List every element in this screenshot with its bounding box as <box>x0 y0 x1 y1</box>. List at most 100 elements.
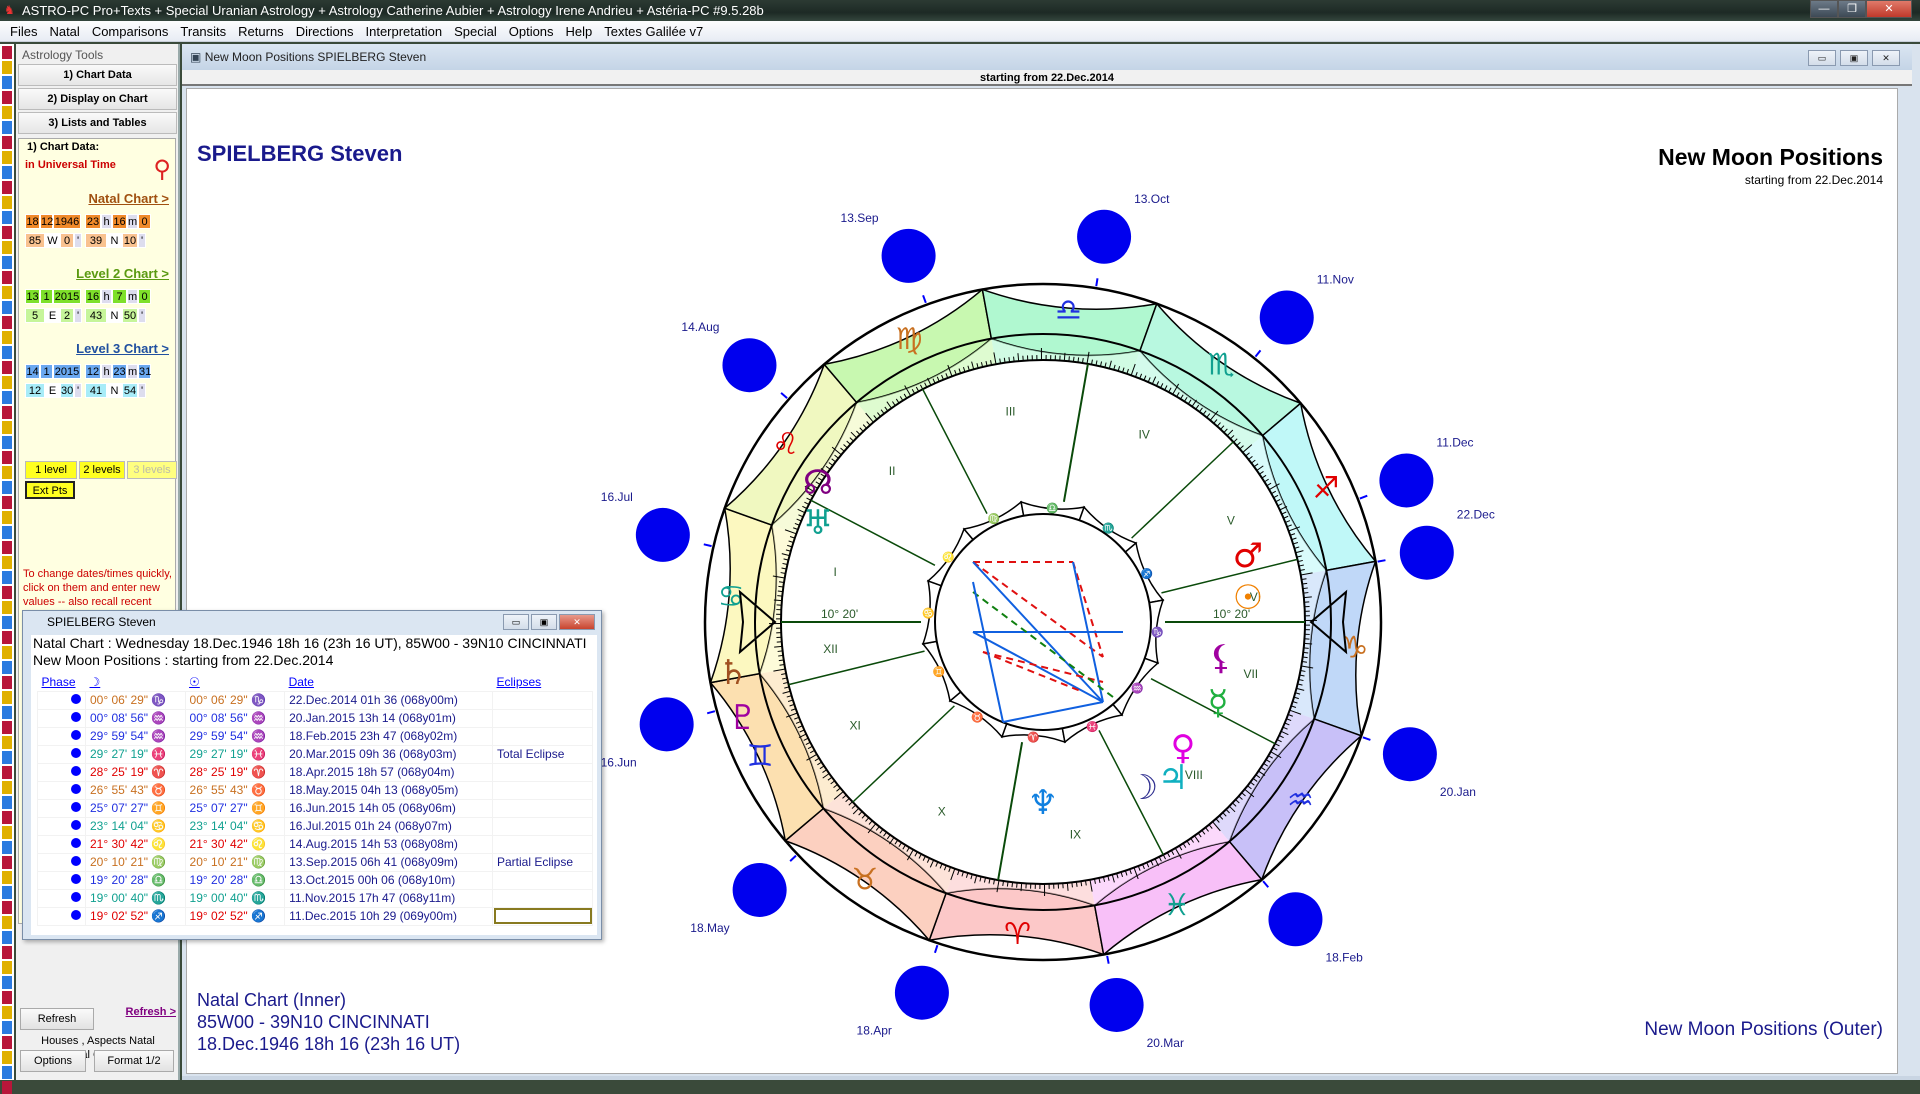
format-button[interactable]: Format 1/2 <box>94 1050 174 1072</box>
menu-options[interactable]: Options <box>503 21 560 41</box>
color-swatch[interactable] <box>2 241 12 254</box>
new-moon-marker-icon[interactable] <box>1268 892 1322 946</box>
level2-second[interactable]: 0 <box>138 289 151 304</box>
color-swatch[interactable] <box>2 1066 12 1079</box>
color-swatch[interactable] <box>2 946 12 959</box>
natal-lon-deg[interactable]: 85 <box>25 233 45 248</box>
color-swatch[interactable] <box>2 211 12 224</box>
table-row[interactable]: 00° 08' 56" ♒ 00° 08' 56" ♒ 20.Jan.2015 … <box>38 709 593 727</box>
table-row[interactable]: 19° 00' 40" ♏ 19° 00' 40" ♏ 11.Nov.2015 … <box>38 889 593 907</box>
color-swatch[interactable] <box>2 106 12 119</box>
natal-year[interactable]: 1946 <box>53 214 81 229</box>
options-button[interactable]: Options <box>20 1050 86 1072</box>
menu-interpretation[interactable]: Interpretation <box>359 21 448 41</box>
natal-day[interactable]: 18 <box>25 214 40 229</box>
hour-unit[interactable]: h <box>101 364 112 379</box>
min-unit[interactable]: ' <box>138 233 146 248</box>
child-restore-button[interactable]: ▣ <box>1840 50 1868 66</box>
color-swatch[interactable] <box>2 286 12 299</box>
color-swatch[interactable] <box>2 406 12 419</box>
color-swatch[interactable] <box>2 361 12 374</box>
color-swatch[interactable] <box>2 301 12 314</box>
level2-lon-deg[interactable]: 5 <box>25 308 45 323</box>
color-swatch[interactable] <box>2 166 12 179</box>
color-swatch[interactable] <box>2 421 12 434</box>
color-swatch[interactable] <box>2 46 12 59</box>
planet-sun-icon[interactable]: ☉ <box>1233 578 1263 618</box>
level3-day[interactable]: 14 <box>25 364 40 379</box>
level2-month[interactable]: 1 <box>40 289 53 304</box>
planet-venus-icon[interactable]: ♀ <box>1171 728 1196 768</box>
planet-mercury-icon[interactable]: ☿ <box>1208 683 1229 723</box>
ext-pts-button[interactable]: Ext Pts <box>25 481 75 499</box>
new-moon-list-window[interactable]: SPIELBERG Steven ▭ ▣ ✕ Natal Chart : Wed… <box>22 610 602 940</box>
level2-day[interactable]: 13 <box>25 289 40 304</box>
level3-second[interactable]: 31 <box>138 364 151 379</box>
color-swatch[interactable] <box>2 826 12 839</box>
minute-unit[interactable]: m <box>127 289 138 304</box>
table-row[interactable]: 20° 10' 21" ♍ 20° 10' 21" ♍ 13.Sep.2015 … <box>38 853 593 871</box>
natal-lon-dir[interactable]: W <box>45 233 60 248</box>
natal-chart-link[interactable]: Natal Chart > <box>88 191 169 206</box>
color-swatch[interactable] <box>2 811 12 824</box>
color-swatch[interactable] <box>2 121 12 134</box>
natal-hour[interactable]: 23 <box>85 214 101 229</box>
level3-lon-dir[interactable]: E <box>45 383 60 398</box>
color-swatch[interactable] <box>2 571 12 584</box>
new-moon-marker-icon[interactable] <box>636 508 690 562</box>
color-swatch[interactable] <box>2 691 12 704</box>
color-swatch[interactable] <box>2 61 12 74</box>
color-swatch[interactable] <box>2 331 12 344</box>
color-swatch[interactable] <box>2 196 12 209</box>
color-swatch[interactable] <box>2 991 12 1004</box>
minute-unit[interactable]: m <box>127 364 138 379</box>
color-swatch[interactable] <box>2 1081 12 1094</box>
planet-uranus-icon[interactable]: ♅ <box>803 503 833 543</box>
refresh-button[interactable]: Refresh <box>20 1008 94 1030</box>
color-swatch[interactable] <box>2 886 12 899</box>
level2-lon-dir[interactable]: E <box>45 308 60 323</box>
menu-special[interactable]: Special <box>448 21 503 41</box>
natal-lat-dir[interactable]: N <box>107 233 122 248</box>
color-swatch[interactable] <box>2 436 12 449</box>
color-swatch[interactable] <box>2 586 12 599</box>
color-swatch[interactable] <box>2 541 12 554</box>
table-row[interactable]: 21° 30' 42" ♌ 21° 30' 42" ♌ 14.Aug.2015 … <box>38 835 593 853</box>
natal-minute[interactable]: 16 <box>112 214 127 229</box>
level3-lon-min[interactable]: 30 <box>60 383 74 398</box>
color-swatch[interactable] <box>2 451 12 464</box>
new-moon-marker-icon[interactable] <box>640 697 694 751</box>
col-sun[interactable]: ☉ <box>185 673 285 691</box>
color-swatch[interactable] <box>2 706 12 719</box>
level3-month[interactable]: 1 <box>40 364 53 379</box>
new-moon-marker-icon[interactable] <box>722 338 776 392</box>
col-phase[interactable]: Phase <box>38 673 86 691</box>
new-moon-marker-icon[interactable] <box>1260 291 1314 345</box>
two-levels-button[interactable]: 2 levels <box>79 461 125 479</box>
table-row[interactable]: 29° 27' 19" ♓ 29° 27' 19" ♓ 20.Mar.2015 … <box>38 745 593 763</box>
color-swatch[interactable] <box>2 511 12 524</box>
new-moon-marker-icon[interactable] <box>1400 526 1454 580</box>
natal-lon-min[interactable]: 0 <box>60 233 74 248</box>
planet-saturn-icon[interactable]: ♄ <box>718 653 748 693</box>
refresh-link[interactable]: Refresh > <box>126 1006 176 1018</box>
level2-lon-min[interactable]: 2 <box>60 308 74 323</box>
new-moon-marker-icon[interactable] <box>895 966 949 1020</box>
minute-unit[interactable]: m <box>127 214 138 229</box>
tab-chart-data[interactable]: 1) Chart Data <box>18 64 177 86</box>
color-swatch[interactable] <box>2 931 12 944</box>
popup-close-button[interactable]: ✕ <box>559 614 595 630</box>
one-level-button[interactable]: 1 level <box>25 461 77 479</box>
color-swatch[interactable] <box>2 1051 12 1064</box>
color-swatch[interactable] <box>2 271 12 284</box>
color-swatch[interactable] <box>2 766 12 779</box>
menu-returns[interactable]: Returns <box>232 21 290 41</box>
color-swatch[interactable] <box>2 151 12 164</box>
tab-display-on-chart[interactable]: 2) Display on Chart <box>18 88 177 110</box>
color-swatch[interactable] <box>2 226 12 239</box>
min-unit[interactable]: ' <box>74 233 82 248</box>
menu-natal[interactable]: Natal <box>43 21 85 41</box>
table-row[interactable]: 28° 25' 19" ♈ 28° 25' 19" ♈ 18.Apr.2015 … <box>38 763 593 781</box>
new-moon-marker-icon[interactable] <box>882 229 936 283</box>
table-row[interactable]: 29° 59' 54" ♒ 29° 59' 54" ♒ 18.Feb.2015 … <box>38 727 593 745</box>
